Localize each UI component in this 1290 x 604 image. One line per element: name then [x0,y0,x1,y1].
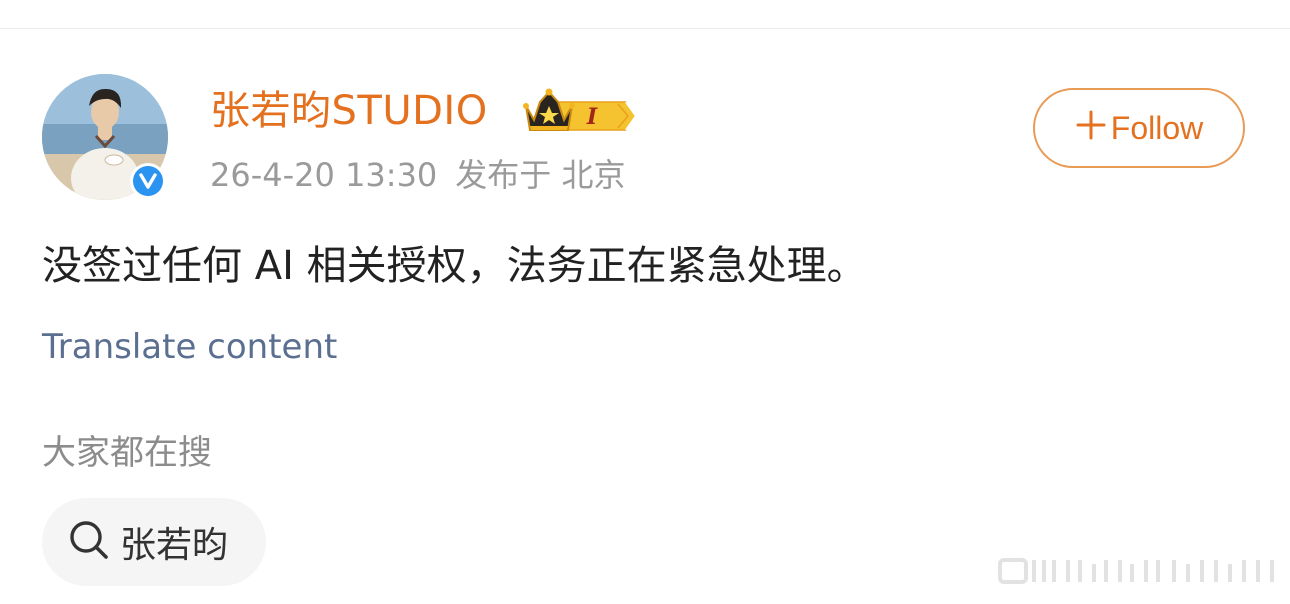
translate-link[interactable]: Translate content [42,324,337,370]
author-name[interactable]: 张若昀STUDIO [210,86,488,136]
crown-icon: I [523,88,638,131]
post-text: 没签过任何 AI 相关授权，法务正在紧急处理。 [42,243,867,289]
post-timestamp: 26-4-20 13:30 [210,156,438,194]
follow-button[interactable]: Follow [1033,88,1245,168]
verified-icon [133,166,163,196]
post-location: 发布于 北京 [455,156,626,194]
search-icon [68,519,110,565]
post-meta: 26-4-20 13:30 发布于 北京 [210,153,625,197]
follow-label: Follow [1110,109,1204,146]
plus-icon [1075,108,1107,148]
vip-badge[interactable]: I [522,86,642,134]
watermark [998,556,1280,586]
top-divider [0,28,1290,29]
search-chip-label: 张若昀 [120,525,229,566]
verified-badge [130,163,166,199]
trending-search-heading: 大家都在搜 [42,433,212,473]
vip-level: I [586,104,598,130]
search-chip[interactable]: 张若昀 [42,498,266,586]
